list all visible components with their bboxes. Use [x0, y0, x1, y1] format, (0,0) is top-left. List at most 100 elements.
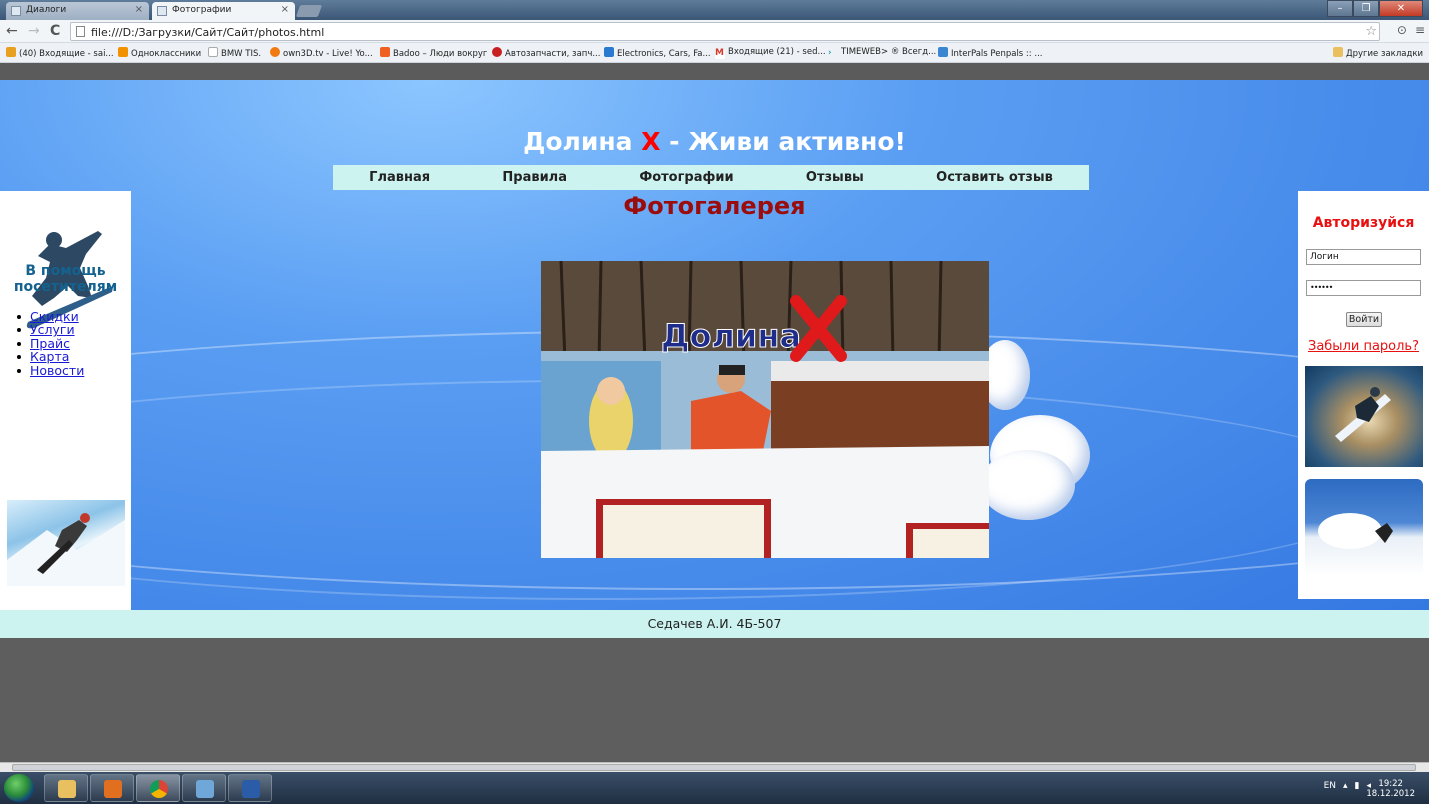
bookmark-item[interactable]: Electronics, Cars, Fa... — [604, 47, 711, 59]
clock-date: 18.12.2012 — [1366, 789, 1415, 799]
bookmark-icon — [938, 47, 948, 57]
taskbar-media-player[interactable] — [90, 774, 134, 802]
clock-time: 19:22 — [1378, 779, 1403, 789]
browser-toolbar: ← → C file:///D:/Загрузки/Сайт/Сайт/phot… — [0, 20, 1429, 43]
bookmark-icon — [208, 47, 218, 57]
bookmark-item[interactable]: Badoo – Люди вокруг — [380, 47, 487, 59]
menu-item-reviews[interactable]: Отзывы — [806, 170, 864, 185]
left-sidebar: В помощь посетителям Скидки Услуги Прайс… — [0, 191, 131, 610]
snow-spray-photo — [1305, 479, 1423, 576]
photo-logo-text: Долина — [661, 317, 801, 355]
bookmark-icon: › — [828, 48, 832, 58]
login-button[interactable]: Войти — [1346, 312, 1382, 327]
page-background-bottom — [0, 638, 1429, 762]
tab-label: Диалоги — [26, 5, 67, 15]
list-item: Скидки — [17, 310, 84, 323]
bookmark-icon: M — [715, 48, 725, 59]
forward-button[interactable]: → — [28, 23, 40, 39]
word-icon — [242, 780, 260, 798]
app-icon — [196, 780, 214, 798]
snowboard-jump-photo — [1305, 366, 1423, 467]
list-item: Новости — [17, 363, 84, 378]
windows-taskbar: EN ▴ ▮ ◂ 19:22 18.12.2012 — [0, 772, 1429, 804]
bookmark-item[interactable]: (40) Входящие - sai... — [6, 47, 114, 59]
snowboarder-figure-icon — [7, 513, 125, 586]
site-title: Долина X - Живи активно! — [523, 127, 906, 156]
media-player-icon — [104, 780, 122, 798]
tab-page-icon — [157, 6, 167, 16]
list-item: Прайс — [17, 337, 84, 350]
cloud-decoration — [980, 340, 1110, 530]
start-button[interactable] — [4, 774, 34, 802]
horizontal-scrollbar[interactable] — [0, 762, 1429, 772]
address-bar[interactable]: file:///D:/Загрузки/Сайт/Сайт/photos.htm… — [70, 22, 1380, 41]
menu-item-photos[interactable]: Фотографии — [639, 170, 733, 185]
left-heading: В помощь посетителям — [13, 263, 118, 295]
list-item: Услуги — [17, 323, 84, 337]
folder-icon — [58, 780, 76, 798]
bookmark-item[interactable]: Автозапчасти, запч... — [492, 47, 600, 59]
forgot-password-link[interactable]: Забыли пароль? — [1298, 339, 1429, 354]
system-tray: EN ▴ ▮ ◂ — [1324, 781, 1371, 791]
taskbar-explorer[interactable] — [44, 774, 88, 802]
page-icon — [76, 26, 85, 37]
other-bookmarks[interactable]: Другие закладки — [1332, 47, 1423, 59]
browser-titlebar: Диалоги × Фотографии × – ❐ ✕ — [0, 0, 1429, 20]
bookmark-item[interactable]: Одноклассники — [118, 47, 201, 59]
bookmark-item[interactable]: InterPals Penpals :: ... — [938, 47, 1042, 59]
clock[interactable]: 19:22 18.12.2012 — [1366, 779, 1415, 799]
folder-icon — [1332, 47, 1343, 57]
tab-close-icon[interactable]: × — [281, 4, 289, 15]
bookmark-icon — [604, 47, 614, 57]
bookmark-icon — [6, 47, 16, 57]
menu-item-rules[interactable]: Правила — [502, 170, 567, 185]
menu-icon[interactable]: ≡ — [1415, 23, 1425, 37]
tab-photos[interactable]: Фотографии × — [152, 2, 295, 20]
tray-arrow-icon[interactable]: ▴ — [1343, 781, 1348, 791]
url-text: file:///D:/Загрузки/Сайт/Сайт/photos.htm… — [91, 26, 325, 39]
link-news[interactable]: Новости — [30, 363, 84, 378]
bookmark-icon — [270, 47, 280, 57]
page-background-top — [0, 63, 1429, 80]
password-input[interactable]: •••••• — [1306, 280, 1421, 296]
snow-spray-icon — [1318, 513, 1393, 549]
title-x-letter: X — [641, 127, 661, 156]
page-title: Фотогалерея — [623, 192, 806, 220]
menu-item-leave-review[interactable]: Оставить отзыв — [936, 170, 1053, 185]
language-indicator[interactable]: EN — [1324, 781, 1336, 791]
tab-favicon-icon — [11, 6, 21, 16]
tab-dialogs[interactable]: Диалоги × — [6, 2, 149, 20]
auth-heading: Авторизуйся — [1312, 215, 1415, 231]
snowboarder-photo — [7, 500, 125, 586]
gallery-photo-content: Долина — [541, 261, 989, 558]
bookmark-item[interactable]: M Входящие (21) - sed... — [715, 47, 826, 59]
menu-item-home[interactable]: Главная — [369, 170, 430, 185]
main-menu: Главная Правила Фотографии Отзывы Остави… — [333, 165, 1089, 190]
taskbar-chrome[interactable] — [136, 774, 180, 802]
new-tab-button[interactable] — [295, 5, 323, 17]
bookmark-star-icon[interactable]: ☆ — [1365, 24, 1377, 39]
site-background: Долина X - Живи активно! Главная Правила… — [0, 80, 1429, 610]
minimize-button[interactable]: – — [1327, 0, 1353, 17]
site-footer: Седачев А.И. 4Б-507 — [0, 610, 1429, 638]
close-window-button[interactable]: ✕ — [1379, 0, 1423, 17]
list-item: Карта — [17, 350, 84, 363]
tray-network-icon[interactable]: ▮ — [1355, 781, 1360, 791]
extension-icon[interactable]: ⊙ — [1397, 23, 1407, 37]
left-links-list: Скидки Услуги Прайс Карта Новости — [17, 310, 84, 377]
taskbar-app[interactable] — [182, 774, 226, 802]
back-button[interactable]: ← — [6, 23, 18, 39]
tab-close-icon[interactable]: × — [135, 4, 143, 15]
scrollbar-thumb[interactable] — [12, 764, 1416, 771]
taskbar-word[interactable] — [228, 774, 272, 802]
reload-button[interactable]: C — [50, 23, 60, 39]
maximize-button[interactable]: ❐ — [1353, 0, 1379, 17]
bookmark-icon — [118, 47, 128, 57]
bookmark-icon — [492, 47, 502, 57]
bookmark-item[interactable]: BMW TIS. — [208, 47, 261, 59]
bookmark-item[interactable]: › TIMEWEB> ® Всегд... — [828, 47, 936, 58]
bookmark-icon — [380, 47, 390, 57]
gallery-photo[interactable]: Долина — [541, 261, 989, 558]
bookmark-item[interactable]: own3D.tv - Live! Yo... — [270, 47, 373, 59]
login-input[interactable]: Логин — [1306, 249, 1421, 265]
